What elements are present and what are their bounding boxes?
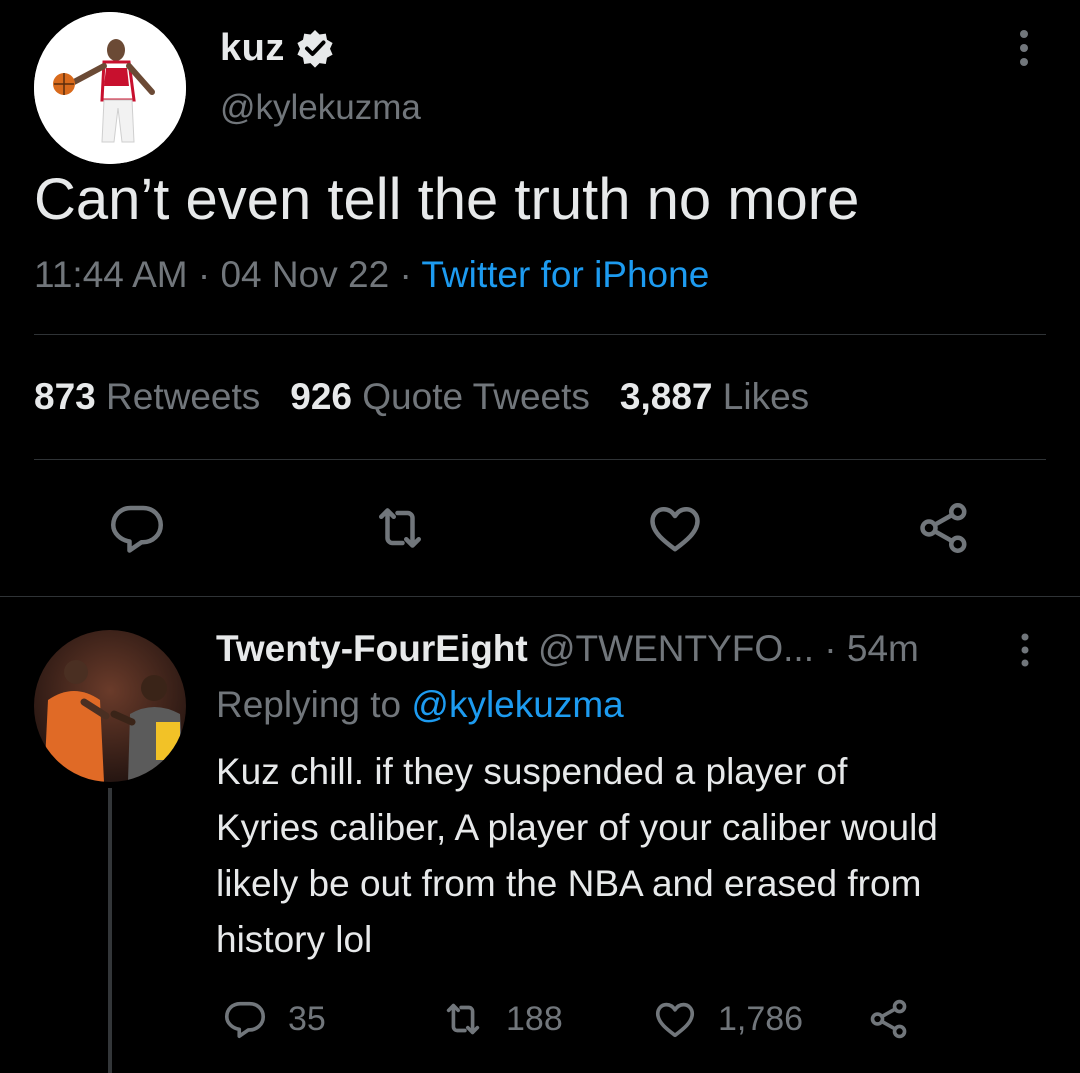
author-handle[interactable]: @kylekuzma <box>220 88 421 128</box>
likes-label: Likes <box>722 376 810 417</box>
retweets-count: 873 <box>34 376 96 417</box>
share-icon[interactable] <box>914 498 974 558</box>
divider <box>34 334 1046 335</box>
tweet-source-link[interactable]: Twitter for iPhone <box>421 254 709 295</box>
quotes-count: 926 <box>290 376 352 417</box>
like-count: 1,786 <box>718 999 804 1038</box>
verified-badge-icon <box>297 30 333 68</box>
reply-text-line: Kyries caliber, A player of your caliber… <box>216 807 938 848</box>
author-display-name[interactable]: kuz <box>220 27 285 70</box>
retweet-count: 188 <box>506 999 563 1038</box>
meta-separator: · <box>399 254 422 295</box>
reply-author-avatar[interactable] <box>34 630 186 782</box>
tweet-date[interactable]: 04 Nov 22 <box>220 254 389 295</box>
retweets-stat[interactable]: 873 Retweets <box>34 376 260 417</box>
reply-author-handle[interactable]: @TWENTYFO... <box>538 628 814 669</box>
reply-bubble-icon[interactable] <box>107 498 167 558</box>
reply-like-button[interactable]: 1,786 <box>652 994 803 1044</box>
reply-share-button[interactable] <box>866 994 932 1044</box>
avatar-image <box>34 630 186 782</box>
reply-text-line: history lol <box>216 919 373 960</box>
divider <box>34 459 1046 460</box>
meta-separator: · <box>197 254 221 295</box>
quotes-label: Quote Tweets <box>362 376 590 417</box>
author-name-row[interactable]: kuz <box>220 24 335 72</box>
heart-icon[interactable] <box>645 498 705 558</box>
reply-separator: · <box>824 628 847 669</box>
reply-reply-button[interactable]: 35 <box>222 994 326 1044</box>
retweet-icon <box>446 1003 480 1035</box>
retweets-label: Retweets <box>106 376 261 417</box>
thread-connector-line <box>108 788 112 1073</box>
reply-header: Twenty-FourEight @TWENTYFO... · 54m <box>216 628 919 670</box>
author-avatar[interactable] <box>34 12 186 164</box>
likes-stat[interactable]: 3,887 Likes <box>620 376 809 417</box>
reply-bubble-icon <box>224 1001 266 1039</box>
reply-author-name[interactable]: Twenty-FourEight <box>216 628 528 669</box>
likes-count: 3,887 <box>619 376 713 417</box>
retweet-icon[interactable] <box>370 498 430 558</box>
replying-to: Replying to @kylekuzma <box>216 684 624 726</box>
replying-label: Replying to <box>216 684 402 725</box>
reply-count: 35 <box>288 999 326 1038</box>
tweet-time[interactable]: 11:44 AM <box>34 254 188 295</box>
reply-retweet-button[interactable]: 188 <box>440 994 563 1044</box>
more-vertical-icon[interactable] <box>1004 26 1044 70</box>
tweet-meta: 11:44 AM · 04 Nov 22 · Twitter for iPhon… <box>34 254 709 296</box>
reply-text: Kuz chill. if they suspended a player of… <box>216 744 1056 968</box>
share-icon <box>870 999 907 1039</box>
quotes-stat[interactable]: 926 Quote Tweets <box>290 376 590 417</box>
tweet-text: Can’t even tell the truth no more <box>34 167 860 232</box>
divider <box>0 596 1080 597</box>
replying-mention-link[interactable]: @kylekuzma <box>411 684 623 725</box>
heart-icon <box>655 1002 695 1038</box>
more-vertical-icon[interactable] <box>1010 630 1040 670</box>
tweet-stats: 873 Retweets 926 Quote Tweets 3,887 Likes <box>34 376 809 418</box>
avatar-image <box>34 12 186 164</box>
reply-text-line: likely be out from the NBA and erased fr… <box>216 863 922 904</box>
reply-age[interactable]: 54m <box>847 628 919 669</box>
reply-text-line: Kuz chill. if they suspended a player of <box>216 751 848 792</box>
